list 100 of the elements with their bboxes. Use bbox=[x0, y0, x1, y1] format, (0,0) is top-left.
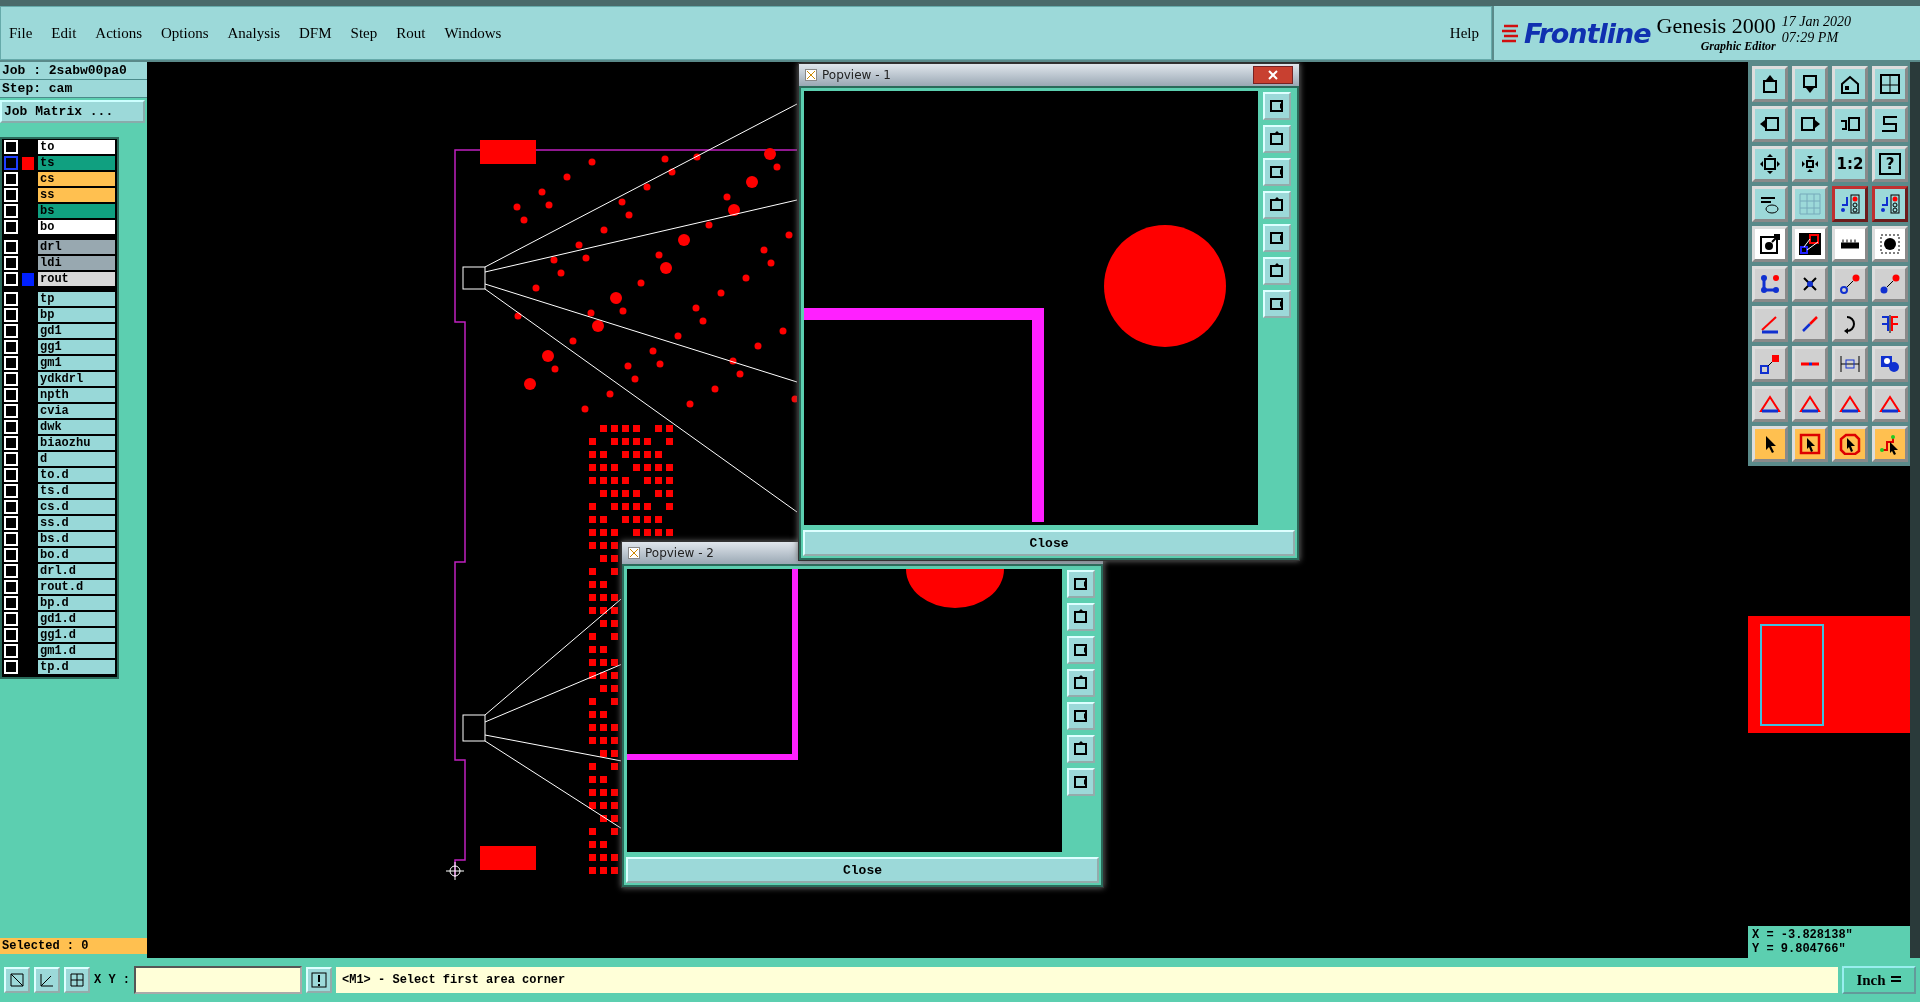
alert-button[interactable] bbox=[306, 967, 332, 993]
layer-checkbox[interactable] bbox=[4, 156, 18, 170]
layer-name[interactable]: bo.d bbox=[38, 548, 115, 562]
layer-name[interactable]: to bbox=[38, 140, 115, 154]
layer-name[interactable]: dwk bbox=[38, 420, 115, 434]
window-icon bbox=[628, 547, 640, 559]
xy-input-field[interactable] bbox=[134, 966, 302, 994]
exclamation-icon bbox=[311, 972, 327, 988]
menu-item[interactable]: DFM bbox=[299, 24, 332, 42]
layer-name[interactable]: biaozhu bbox=[38, 436, 115, 450]
layer-name[interactable]: bo bbox=[38, 220, 115, 234]
grid-icon bbox=[1799, 193, 1821, 215]
view-tool-button[interactable] bbox=[1067, 735, 1095, 763]
layer-name[interactable]: cs.d bbox=[38, 500, 115, 514]
units-dropdown[interactable]: Inch bbox=[1842, 966, 1916, 994]
view-tool-button[interactable] bbox=[1263, 92, 1291, 120]
view-tool-button[interactable] bbox=[1263, 125, 1291, 153]
route-pointer-icon bbox=[1879, 433, 1901, 455]
close-button[interactable]: Close bbox=[803, 530, 1295, 556]
scale-button[interactable]: 1:2 bbox=[1832, 146, 1868, 182]
pointer-box-icon bbox=[1799, 433, 1821, 455]
circles-icon bbox=[1879, 353, 1901, 375]
view-tool-button[interactable] bbox=[1263, 158, 1291, 186]
view-tool-button[interactable] bbox=[1067, 636, 1095, 664]
close-button[interactable] bbox=[1253, 66, 1293, 84]
view-tool-button[interactable] bbox=[1067, 669, 1095, 697]
nodes-icon bbox=[1759, 273, 1781, 295]
view-tool-button[interactable] bbox=[1263, 290, 1291, 318]
y-coordinate: Y = 9.804766" bbox=[1752, 942, 1847, 956]
angle-line-icon bbox=[1759, 313, 1781, 335]
layer-name[interactable]: gm1 bbox=[38, 356, 115, 370]
layer-name[interactable]: bs.d bbox=[38, 532, 115, 546]
layer-name[interactable]: drl bbox=[38, 240, 115, 254]
layer-name[interactable]: cvia bbox=[38, 404, 115, 418]
layer-name[interactable]: gd1.d bbox=[38, 612, 115, 626]
menu-item[interactable]: Rout bbox=[396, 24, 426, 42]
tool-button[interactable] bbox=[1832, 186, 1868, 222]
layer-name[interactable]: tp bbox=[38, 292, 115, 306]
close-button[interactable]: Close bbox=[626, 857, 1099, 883]
view-icon bbox=[1268, 262, 1286, 280]
layer-name[interactable]: ydkdrl bbox=[38, 372, 115, 386]
menu-item[interactable]: Analysis bbox=[227, 24, 281, 42]
layer-name[interactable]: rout.d bbox=[38, 580, 115, 594]
compress-icon bbox=[1799, 153, 1821, 175]
view-tool-button[interactable] bbox=[1067, 603, 1095, 631]
layer-name[interactable]: ss bbox=[38, 188, 115, 202]
pointer-octagon-icon bbox=[1839, 433, 1861, 455]
layer-name[interactable]: gg1.d bbox=[38, 628, 115, 642]
layer-name[interactable]: ss.d bbox=[38, 516, 115, 530]
grid-button[interactable] bbox=[64, 967, 90, 993]
layer-name[interactable]: tp.d bbox=[38, 660, 115, 674]
menu-item[interactable]: Step bbox=[350, 24, 378, 42]
menu-item[interactable]: Windows bbox=[444, 24, 502, 42]
layer-name[interactable]: cs bbox=[38, 172, 115, 186]
view-icon bbox=[1072, 740, 1090, 758]
layer-name[interactable]: gd1 bbox=[38, 324, 115, 338]
job-name: Job : 2sabw00pa0 bbox=[0, 62, 147, 80]
menu-item[interactable]: Edit bbox=[51, 24, 77, 42]
view-icon bbox=[1268, 163, 1286, 181]
window-title: Popview - 1 bbox=[822, 68, 891, 82]
view-tool-button[interactable] bbox=[1263, 224, 1291, 252]
layer-name[interactable]: bp bbox=[38, 308, 115, 322]
tool-button[interactable] bbox=[1872, 186, 1908, 222]
view-tool-button[interactable] bbox=[1263, 257, 1291, 285]
view-tool-button[interactable] bbox=[1067, 768, 1095, 796]
layer-name[interactable]: gg1 bbox=[38, 340, 115, 354]
layer-name[interactable]: ldi bbox=[38, 256, 115, 270]
menu-item[interactable]: File bbox=[9, 24, 33, 42]
view-tool-button[interactable] bbox=[1067, 702, 1095, 730]
dot-frame-icon bbox=[1879, 233, 1901, 255]
layer-name[interactable]: to.d bbox=[38, 468, 115, 482]
angle-icon bbox=[39, 972, 55, 988]
layer-name[interactable]: bs bbox=[38, 204, 115, 218]
view-icon bbox=[1072, 575, 1090, 593]
layer-name[interactable]: npth bbox=[38, 388, 115, 402]
status-message: <M1> - Select first area corner bbox=[336, 967, 1838, 993]
view-tool-button[interactable] bbox=[1263, 191, 1291, 219]
layer-name[interactable]: gm1.d bbox=[38, 644, 115, 658]
layer-name[interactable]: bp.d bbox=[38, 596, 115, 610]
layer-name[interactable]: ts.d bbox=[38, 484, 115, 498]
layer-name[interactable]: ts bbox=[38, 156, 115, 170]
snap-button[interactable] bbox=[4, 967, 30, 993]
help-button[interactable]: ? bbox=[1872, 146, 1908, 182]
corner-icon bbox=[9, 972, 25, 988]
job-matrix-button[interactable]: Job Matrix ... bbox=[0, 100, 145, 123]
view-icon bbox=[1268, 229, 1286, 247]
view-icon bbox=[1268, 97, 1286, 115]
layer-name[interactable]: drl.d bbox=[38, 564, 115, 578]
layer-name[interactable]: d bbox=[38, 452, 115, 466]
menu-item[interactable]: Options bbox=[161, 24, 209, 42]
snap-button[interactable] bbox=[34, 967, 60, 993]
view-icon bbox=[1072, 641, 1090, 659]
view-tool-button[interactable] bbox=[1067, 570, 1095, 598]
menu-item[interactable]: Help bbox=[1449, 24, 1479, 42]
triangle-icon bbox=[1759, 393, 1781, 415]
triangle-icon bbox=[1839, 393, 1861, 415]
menu-item[interactable]: Actions bbox=[95, 24, 142, 42]
expand-icon bbox=[1759, 153, 1781, 175]
dot-arrow-icon bbox=[1839, 273, 1861, 295]
layer-name[interactable]: rout bbox=[38, 272, 115, 286]
